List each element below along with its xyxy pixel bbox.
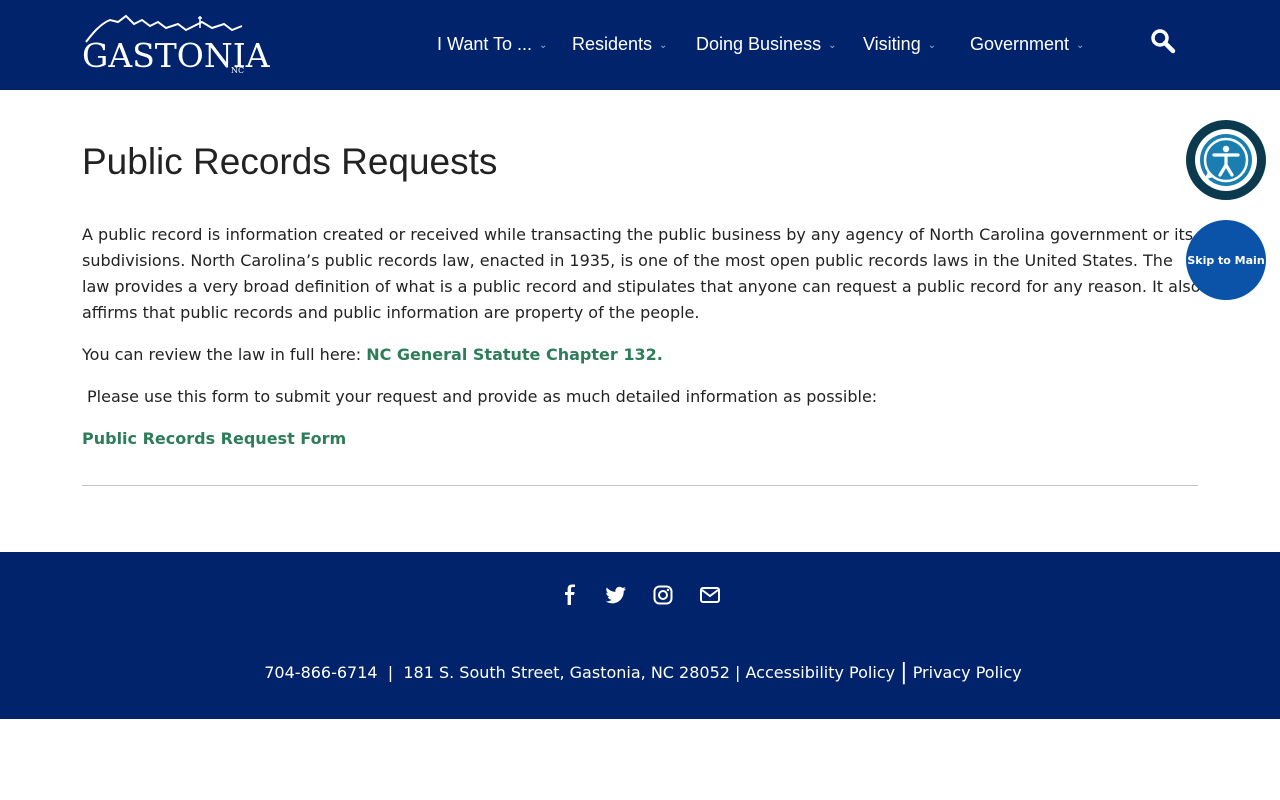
chevron-down-icon: ⌄ (927, 39, 937, 51)
nav-residents[interactable]: Residents ⌄ (572, 34, 667, 55)
form-instruction: Please use this form to submit your requ… (87, 387, 878, 406)
chevron-down-icon: ⌄ (659, 39, 668, 51)
accessibility-icon (1195, 129, 1257, 191)
nav-label: Doing Business (696, 34, 822, 54)
nav-label: Visiting (863, 34, 921, 54)
chevron-down-icon: ⌄ (828, 39, 837, 51)
accessibility-widget-button[interactable] (1186, 120, 1266, 200)
nav-i-want-to[interactable]: I Want To ... ⌄ (437, 34, 547, 55)
twitter-link[interactable] (605, 584, 627, 606)
nav-government[interactable]: Government ⌄ (970, 34, 1084, 55)
divider (82, 485, 1198, 486)
footer-address: 181 S. South Street, Gastonia, NC 28052 (403, 663, 730, 682)
law-prefix: You can review the law in full here: (82, 345, 367, 364)
instagram-icon (653, 585, 673, 605)
gastonia-logo[interactable]: GASTONIA NC (82, 14, 270, 76)
footer-phone: 704-866-6714 (264, 663, 378, 682)
skip-to-main-button[interactable]: Skip to Main (1186, 220, 1266, 300)
nav-label: I Want To ... (437, 34, 533, 54)
chevron-down-icon: ⌄ (539, 39, 548, 51)
skip-label: Skip to Main (1187, 253, 1265, 267)
email-link[interactable] (699, 584, 721, 606)
nav-label: Government (970, 34, 1070, 54)
separator: | (900, 660, 908, 685)
page-title: Public Records Requests (82, 141, 498, 182)
search-button[interactable] (1150, 28, 1176, 54)
intro-paragraph: A public record is information created o… (82, 225, 1201, 322)
footer-contact-line: 704-866-6714 | 181 S. South Street, Gast… (264, 660, 1022, 685)
site-header: GASTONIA NC I Want To ... ⌄ Residents ⌄ Do… (0, 0, 1280, 90)
nav-visiting[interactable]: Visiting ⌄ (863, 34, 936, 55)
privacy-policy-link[interactable]: Privacy Policy (913, 663, 1022, 682)
main-content: Public Records Requests A public record … (82, 130, 1201, 449)
nav-doing-business[interactable]: Doing Business ⌄ (696, 34, 836, 55)
nc-statute-link[interactable]: NC General Statute Chapter 132. (366, 345, 663, 364)
public-records-form-link[interactable]: Public Records Request Form (82, 429, 346, 448)
facebook-link[interactable] (559, 584, 581, 606)
twitter-icon (605, 586, 627, 604)
form-paragraph: Public Records Request Form (82, 426, 346, 452)
email-icon (700, 587, 720, 603)
accessibility-policy-link[interactable]: Accessibility Policy (746, 663, 896, 682)
logo-state: NC (231, 66, 245, 75)
facebook-icon (565, 584, 575, 605)
chevron-down-icon: ⌄ (1076, 39, 1085, 51)
site-footer: 704-866-6714 | 181 S. South Street, Gast… (0, 552, 1280, 719)
search-icon (1151, 29, 1176, 54)
instagram-link[interactable] (652, 584, 674, 606)
nav-label: Residents (572, 34, 653, 54)
law-paragraph: You can review the law in full here: NC … (82, 342, 663, 368)
